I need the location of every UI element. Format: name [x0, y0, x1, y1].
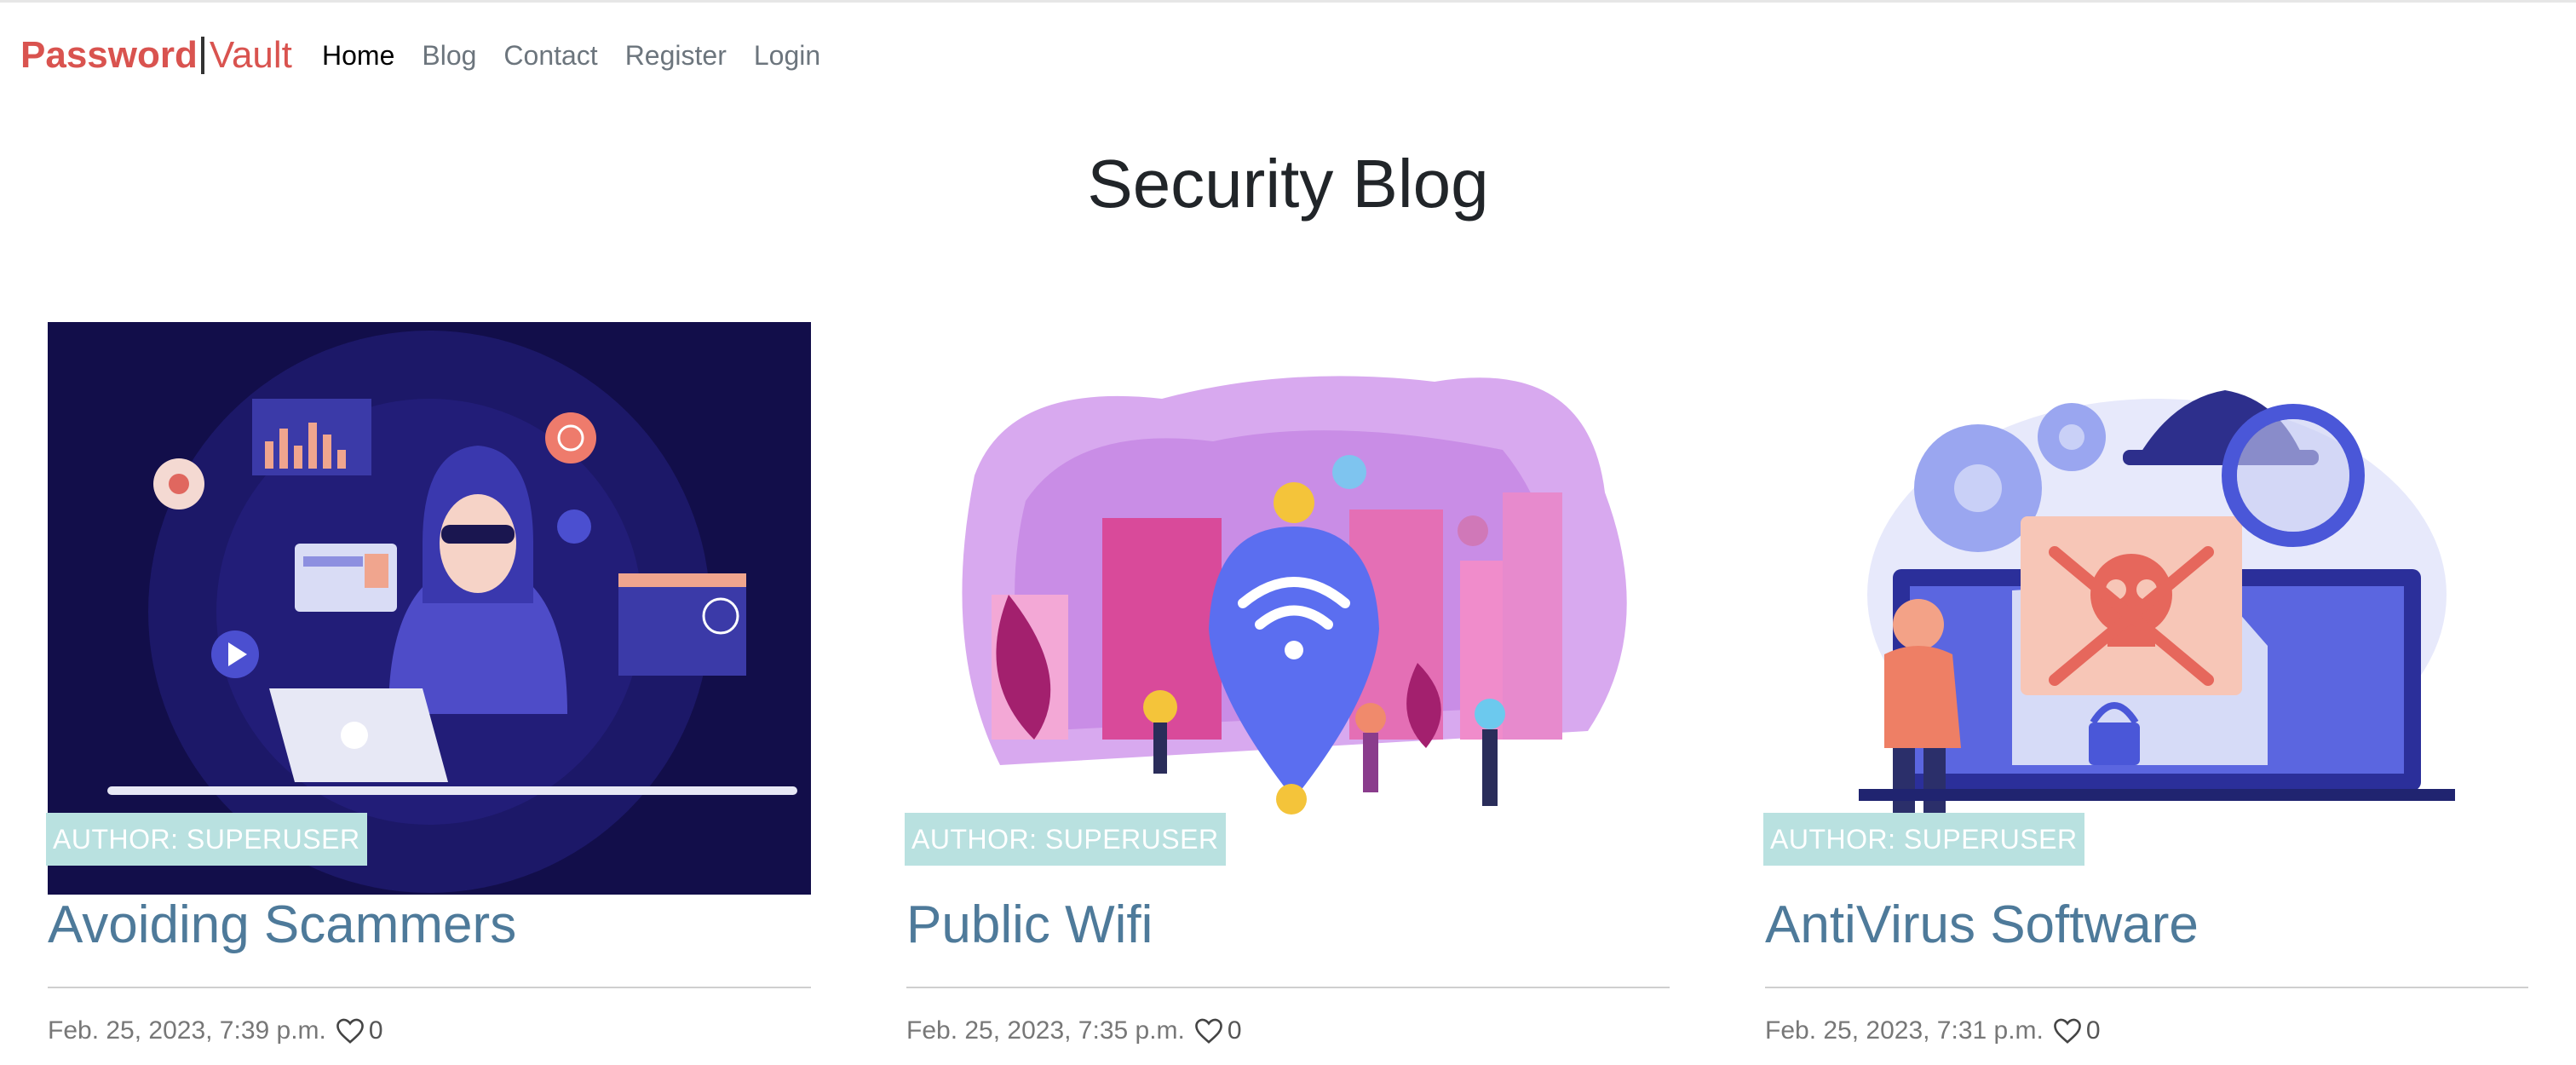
wifi-illustration-icon[interactable]	[906, 322, 1670, 895]
nav-contact[interactable]: Contact	[503, 29, 597, 82]
hacker-illustration-icon[interactable]	[48, 322, 811, 895]
post-date: Feb. 25, 2023, 7:35 p.m.	[906, 1016, 1185, 1045]
nav-home[interactable]: Home	[322, 29, 394, 82]
card-divider	[906, 987, 1670, 988]
post-meta: Feb. 25, 2023, 7:31 p.m. 0	[1765, 1012, 2101, 1050]
author-badge: AUTHOR: SUPERUSER	[46, 813, 367, 866]
post-meta: Feb. 25, 2023, 7:39 p.m. 0	[48, 1012, 383, 1050]
brand-part2: Vault	[209, 34, 292, 76]
post-title[interactable]: Avoiding Scammers	[48, 893, 516, 958]
post-date: Feb. 25, 2023, 7:31 p.m.	[1765, 1016, 2044, 1045]
navbar: Password Vault Home Blog Contact Register…	[0, 29, 2576, 82]
top-border	[0, 0, 2576, 3]
author-badge: AUTHOR: SUPERUSER	[905, 813, 1226, 866]
brand-separator	[200, 37, 204, 74]
nav-blog[interactable]: Blog	[422, 29, 476, 82]
heart-icon[interactable]	[2052, 1017, 2083, 1045]
spy-virus-illustration-icon[interactable]	[1765, 322, 2528, 895]
nav-register[interactable]: Register	[625, 29, 727, 82]
nav-login[interactable]: Login	[754, 29, 820, 82]
heart-icon[interactable]	[335, 1017, 365, 1045]
card-divider	[1765, 987, 2528, 988]
brand-logo[interactable]: Password Vault	[20, 29, 292, 82]
brand-part1: Password	[20, 34, 198, 76]
page-title: Security Blog	[1087, 146, 1489, 222]
heart-icon[interactable]	[1193, 1017, 1224, 1045]
like-count: 0	[1227, 1016, 1242, 1045]
like-count: 0	[368, 1016, 383, 1045]
card-divider	[48, 987, 811, 988]
like-count: 0	[2085, 1016, 2101, 1045]
post-title[interactable]: AntiVirus Software	[1765, 893, 2199, 958]
nav-links: Home Blog Contact Register Login	[322, 29, 848, 82]
post-title[interactable]: Public Wifi	[906, 893, 1153, 958]
post-meta: Feb. 25, 2023, 7:35 p.m. 0	[906, 1012, 1242, 1050]
post-date: Feb. 25, 2023, 7:39 p.m.	[48, 1016, 326, 1045]
author-badge: AUTHOR: SUPERUSER	[1763, 813, 2084, 866]
